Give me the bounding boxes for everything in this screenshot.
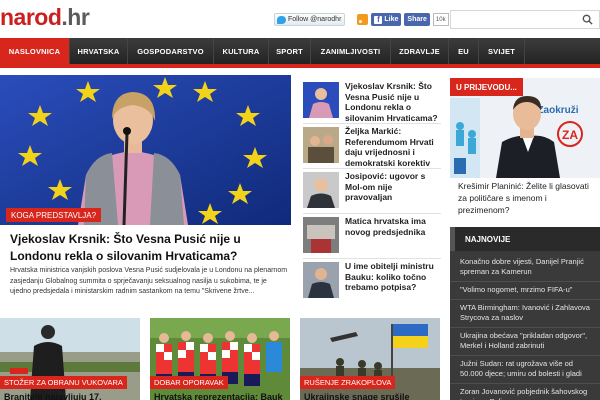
- nav-accent-strip: [0, 64, 600, 68]
- twitter-bird-icon: [277, 15, 286, 24]
- latest-news-heading: NAJNOVIJE: [450, 227, 600, 251]
- thumbnail-photo: [303, 82, 339, 118]
- hero-image[interactable]: [0, 75, 291, 225]
- nav-item-kultura[interactable]: KULTURA: [214, 38, 269, 64]
- hero-article-title[interactable]: Vjekoslav Krsnik: Što Vesna Pusić nije u…: [10, 231, 285, 265]
- logo-main-text: narod: [0, 4, 62, 30]
- hero-category-tag[interactable]: KOGA PREDSTAVLJA?: [6, 208, 102, 222]
- search-icon[interactable]: [582, 14, 593, 25]
- main-nav: NASLOVNICA HRVATSKA GOSPODARSTVO KULTURA…: [0, 38, 600, 64]
- latest-news-item[interactable]: "Volimo nogomet, mrzimo FIFA-u": [450, 282, 600, 300]
- latest-news-item[interactable]: Konačno dobre vijesti, Danijel Pranjić s…: [450, 254, 600, 282]
- list-item-title[interactable]: Željka Markić: Referendumom Hrvati daju …: [345, 126, 441, 168]
- search-input[interactable]: [450, 10, 600, 29]
- bottom-article-tag[interactable]: RUŠENJE ZRAKOPLOVA: [300, 376, 396, 389]
- site-logo[interactable]: narod .hr: [0, 4, 90, 30]
- list-item-title[interactable]: Josipović: ugovor s Mol-om nije pravoval…: [345, 171, 441, 213]
- nav-item-sport[interactable]: SPORT: [269, 38, 311, 64]
- thumbnail-photo: [303, 217, 339, 253]
- social-buttons: Follow @narodhr f Like Share 10k: [274, 13, 449, 26]
- latest-news-item[interactable]: Južni Sudan: rat ugrožava više od 50.000…: [450, 356, 600, 384]
- thumbnail: [303, 82, 339, 118]
- twitter-follow-button[interactable]: Follow @narodhr: [274, 13, 346, 26]
- list-item-title[interactable]: U ime obitelji ministru Bauku: koliko to…: [345, 261, 441, 303]
- thumbnail: [303, 127, 339, 163]
- facebook-share-button[interactable]: Share: [404, 13, 430, 26]
- list-item[interactable]: Matica hrvatska ima novog predsjednika: [303, 214, 441, 259]
- list-item-title[interactable]: Matica hrvatska ima novog predsjednika: [345, 216, 441, 258]
- rss-icon[interactable]: [357, 14, 369, 25]
- nav-item-svijet[interactable]: SVIJET: [479, 38, 525, 64]
- list-item[interactable]: Josipović: ugovor s Mol-om nije pravoval…: [303, 169, 441, 214]
- latest-news-list: Konačno dobre vijesti, Danijel Pranjić s…: [450, 254, 600, 400]
- nav-item-zdravlje[interactable]: ZDRAVLJE: [391, 38, 449, 64]
- latest-news-item[interactable]: Ukrajina obećava "prikladan odgovor", Me…: [450, 328, 600, 356]
- thumbnail: [303, 262, 339, 298]
- hero-photo-eu-flag: [0, 75, 291, 225]
- thumbnail: [303, 172, 339, 208]
- promo-banner-za: ZA: [562, 128, 578, 142]
- bottom-article-tag[interactable]: DOBAR OPORAVAK: [150, 376, 228, 389]
- promo-title[interactable]: Krešimir Planinić: Želite li glasovati z…: [458, 180, 600, 216]
- bottom-article-card[interactable]: DOBAR OPORAVAK Hrvatska reprezentacija: …: [150, 318, 290, 400]
- thumbnail: [303, 217, 339, 253]
- list-item[interactable]: Vjekoslav Krsnik: Što Vesna Pusić nije u…: [303, 79, 441, 124]
- promo-banner-word: Zaokruži: [537, 105, 578, 116]
- nav-item-naslovnica[interactable]: NASLOVNICA: [0, 38, 70, 64]
- thumbnail-photo: [303, 127, 339, 163]
- bottom-article-tag[interactable]: STOŽER ZA OBRANU VUKOVARA: [0, 376, 127, 389]
- facebook-like-label: Like: [384, 16, 399, 23]
- thumbnail-photo: [303, 262, 339, 298]
- thumbnail-photo: [303, 172, 339, 208]
- promo-category-tag[interactable]: U PRIJEVODU...: [450, 78, 523, 96]
- list-item[interactable]: U ime obitelji ministru Bauku: koliko to…: [303, 259, 441, 304]
- list-item[interactable]: Željka Markić: Referendumom Hrvati daju …: [303, 124, 441, 169]
- twitter-follow-label: Follow @narodhr: [288, 16, 342, 23]
- facebook-like-count: 10k: [432, 13, 449, 26]
- bottom-article-card[interactable]: RUŠENJE ZRAKOPLOVA Ukrajinske snage sruš…: [300, 318, 440, 400]
- nav-item-hrvatska[interactable]: HRVATSKA: [70, 38, 128, 64]
- nav-item-gospodarstvo[interactable]: GOSPODARSTVO: [128, 38, 214, 64]
- bottom-article-title[interactable]: Ukrajinske snage srušile: [304, 392, 410, 400]
- bottom-article-card[interactable]: STOŽER ZA OBRANU VUKOVARA Branitelji naj…: [0, 318, 140, 400]
- nav-item-zanimljivosti[interactable]: ZANIMLJIVOSTI: [311, 38, 391, 64]
- facebook-like-button[interactable]: f Like: [371, 13, 402, 26]
- logo-tld-text: .hr: [61, 4, 90, 30]
- promo-block[interactable]: Zaokruži ZA U PRIJEVODU... Krešimir Plan…: [450, 78, 600, 218]
- latest-news-item[interactable]: Zoran Jovanović pobjednik šahovskog turn…: [450, 384, 600, 400]
- bottom-article-title[interactable]: Branitelji najavljuju 17.: [4, 392, 102, 400]
- facebook-share-label: Share: [407, 16, 427, 23]
- nav-filler: [525, 38, 600, 64]
- nav-item-eu[interactable]: EU: [449, 38, 479, 64]
- latest-news-panel: NAJNOVIJE Konačno dobre vijesti, Danijel…: [450, 227, 600, 400]
- list-item-title[interactable]: Vjekoslav Krsnik: Što Vesna Pusić nije u…: [345, 81, 441, 123]
- facebook-icon: f: [374, 15, 383, 24]
- latest-news-item[interactable]: WTA Birmingham: Ivanović i Zahlavova Str…: [450, 300, 600, 328]
- site-header: narod .hr Follow @narodhr f Like Share 1…: [0, 0, 600, 38]
- bottom-article-title[interactable]: Hrvatska reprezentacija: Bauk: [154, 392, 283, 400]
- hero-article-excerpt: Hrvatska ministrica vanjskih poslova Ves…: [10, 267, 288, 295]
